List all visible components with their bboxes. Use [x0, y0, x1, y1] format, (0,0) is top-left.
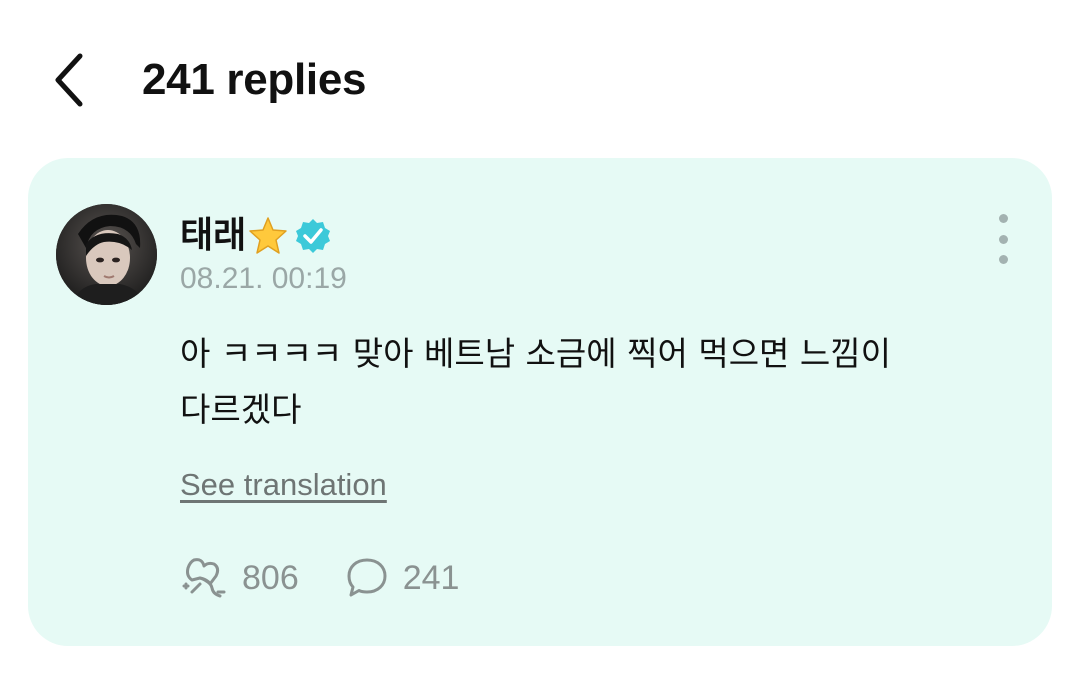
like-icon [182, 558, 226, 598]
star-icon [248, 216, 288, 256]
page-title: 241 replies [142, 55, 367, 104]
comment-body: 아 ㅋㅋㅋㅋ 맞아 베트남 소금에 찍어 먹으면 느낌이 다르겠다 [180, 334, 891, 429]
username[interactable]: 태래 [180, 212, 246, 260]
more-vertical-icon [998, 214, 1008, 223]
comment-icon [347, 558, 387, 597]
like-button[interactable]: 806 [180, 556, 299, 600]
timestamp: 08.21. 00:19 [180, 262, 347, 295]
author-row: 태래 [180, 212, 332, 260]
more-options-button[interactable] [988, 214, 1018, 264]
reply-count: 241 [402, 558, 460, 597]
comment-card: 태래 08.21. 00:19 아 ㅋㅋㅋㅋ 맞아 베트남 소금에 찍어 먹으면… [28, 158, 1052, 646]
action-bar: 806 241 [180, 554, 459, 602]
reply-button[interactable]: 241 [345, 556, 460, 600]
verified-badge-icon [294, 217, 332, 255]
avatar[interactable] [56, 204, 157, 305]
see-translation-link[interactable]: See translation [180, 464, 387, 506]
chevron-left-icon [55, 53, 83, 107]
more-dot [998, 234, 1008, 244]
top-bar: 241 replies [0, 0, 1080, 158]
avatar-image [56, 204, 157, 305]
like-count: 806 [242, 558, 299, 597]
more-dot [998, 255, 1008, 264]
back-button[interactable] [40, 46, 96, 114]
